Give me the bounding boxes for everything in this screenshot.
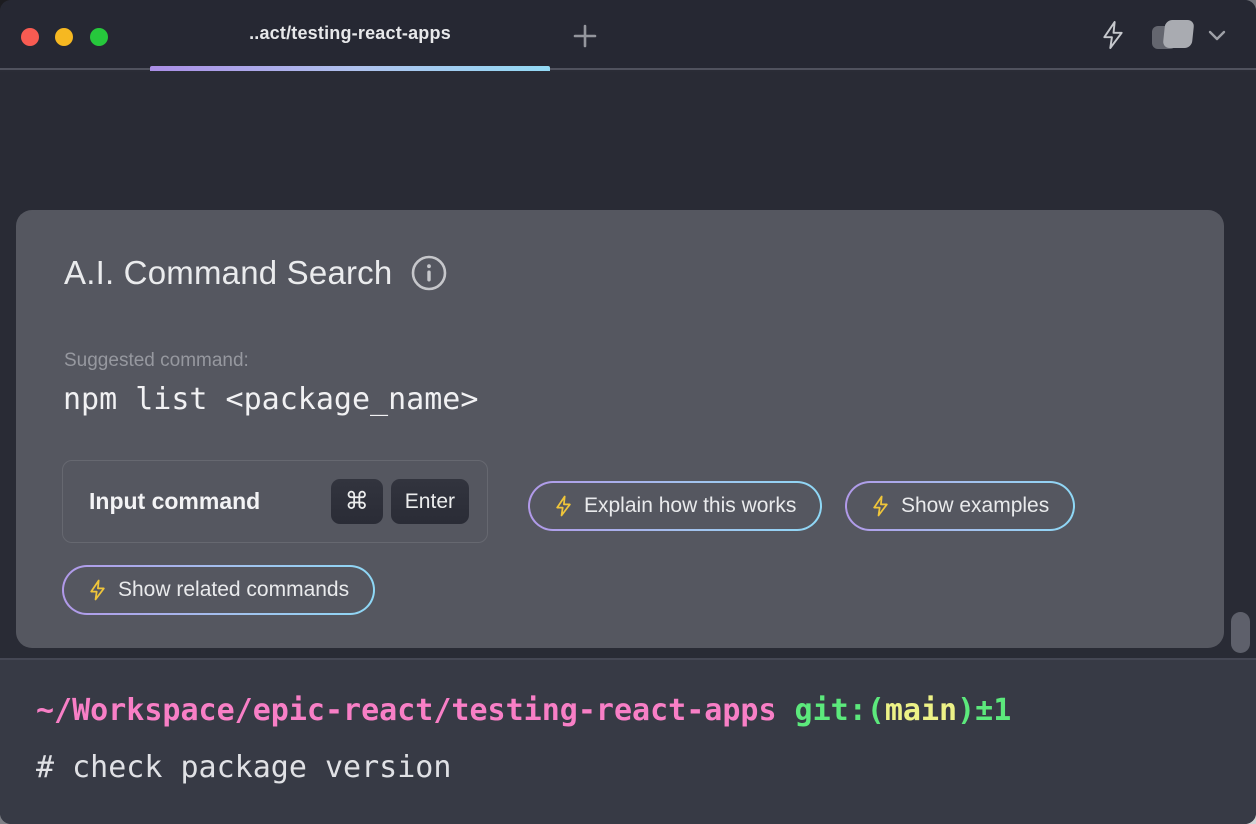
tab-active-underline: [150, 66, 550, 71]
chevron-down-icon: [1208, 29, 1226, 41]
bolt-icon: [88, 578, 107, 602]
warp-terminal-window: ..act/testing-react-apps: [0, 0, 1256, 824]
input-command-label: Input command: [89, 488, 260, 515]
explain-how-this-works-button[interactable]: Explain how this works: [528, 481, 822, 531]
terminal-input-block[interactable]: ~/Workspace/epic-react/testing-react-app…: [0, 658, 1256, 824]
minimize-button[interactable]: [55, 28, 73, 46]
prompt-path: ~/Workspace/epic-react/testing-react-app…: [36, 693, 777, 728]
titlebar-actions: [1100, 0, 1226, 70]
prompt-git-suffix: )±1: [957, 693, 1011, 728]
suggested-command-label: Suggested command:: [64, 350, 249, 372]
tab-title: ..act/testing-react-apps: [150, 23, 550, 44]
bolt-icon: [871, 494, 890, 518]
tab-active[interactable]: ..act/testing-react-apps: [150, 0, 550, 70]
panel-title: A.I. Command Search: [64, 254, 392, 292]
plus-icon: [569, 20, 601, 52]
command-input-text[interactable]: # check package version: [36, 750, 451, 785]
ai-bolt-button[interactable]: [1100, 19, 1126, 51]
prompt-git-branch: main: [885, 693, 957, 728]
input-command-shortcut-group[interactable]: Input command ⌘ Enter: [62, 460, 488, 543]
ai-command-search-panel: A.I. Command Search Suggested command: n…: [16, 210, 1224, 648]
bolt-icon: [554, 494, 573, 518]
window-menu-button[interactable]: [1152, 19, 1226, 51]
new-tab-button[interactable]: [567, 18, 603, 54]
button-label: Show examples: [901, 494, 1049, 518]
blocks-icon: [1152, 19, 1200, 51]
show-related-commands-button[interactable]: Show related commands: [62, 565, 375, 615]
button-label: Show related commands: [118, 578, 349, 602]
shortcut-keys: ⌘ Enter: [331, 479, 469, 524]
close-button[interactable]: [21, 28, 39, 46]
lightning-icon: [1100, 19, 1126, 51]
prompt-git-prefix: git:(: [795, 693, 885, 728]
window-titlebar: ..act/testing-react-apps: [0, 0, 1256, 70]
scrollbar-thumb[interactable]: [1231, 612, 1250, 653]
shell-prompt: ~/Workspace/epic-react/testing-react-app…: [36, 693, 1011, 728]
show-examples-button[interactable]: Show examples: [845, 481, 1075, 531]
enter-keycap: Enter: [391, 479, 469, 524]
suggested-command-text: npm list <package_name>: [63, 382, 478, 417]
info-icon[interactable]: [410, 254, 448, 292]
zoom-button[interactable]: [90, 28, 108, 46]
button-label: Explain how this works: [584, 494, 796, 518]
cmd-keycap: ⌘: [331, 479, 383, 524]
terminal-block-area: A.I. Command Search Suggested command: n…: [0, 72, 1256, 658]
